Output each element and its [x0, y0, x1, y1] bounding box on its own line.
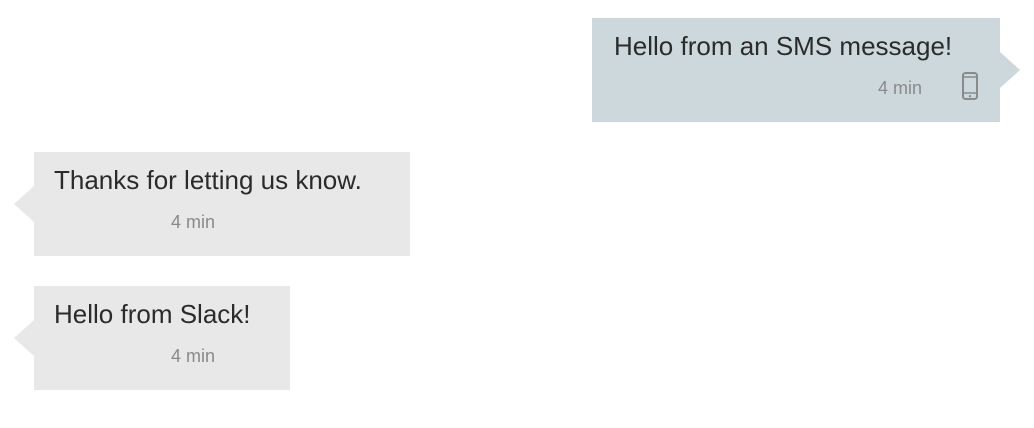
message-timestamp: 4 min: [878, 78, 923, 98]
message-text: Hello from an SMS message!: [614, 31, 953, 61]
message-timestamp: 4 min: [171, 212, 216, 232]
message-text: Hello from Slack!: [54, 299, 251, 329]
chat-thread: Hello from an SMS message! 4 min Thanks …: [0, 0, 1034, 428]
mobile-phone-icon: [962, 72, 978, 100]
incoming-message-bubble: Thanks for letting us know. 4 min: [14, 152, 410, 256]
incoming-message-bubble: Hello from Slack! 4 min: [14, 286, 290, 390]
outgoing-message-bubble: Hello from an SMS message! 4 min: [592, 18, 1020, 122]
message-timestamp: 4 min: [171, 346, 216, 366]
message-text: Thanks for letting us know.: [54, 165, 362, 195]
